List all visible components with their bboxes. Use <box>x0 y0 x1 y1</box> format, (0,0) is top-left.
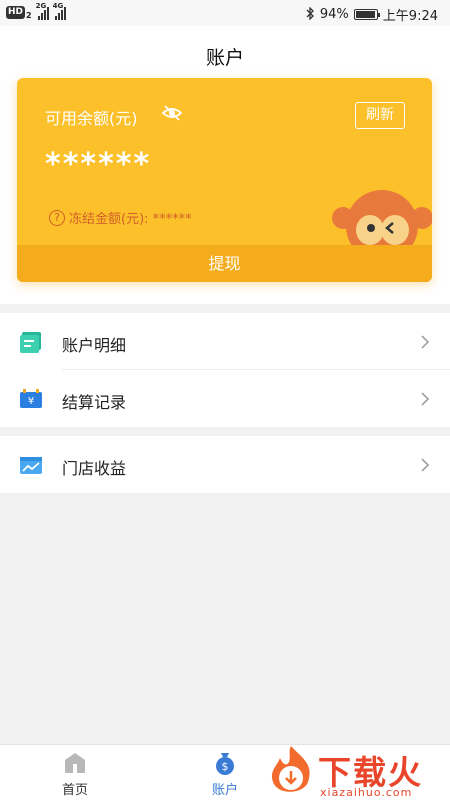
signal-icon: 4G <box>53 2 66 20</box>
menu-label: 结算记录 <box>62 393 127 412</box>
svg-text:¥: ¥ <box>28 396 34 407</box>
battery-percent: 94% <box>319 7 349 22</box>
page-header: 账户 <box>0 26 450 76</box>
menu-item-settlement-records[interactable]: ¥ 结算记录 <box>0 370 450 427</box>
chart-icon <box>19 454 43 476</box>
sim-number: 2 <box>26 11 32 20</box>
money-bag-icon: $ <box>213 751 237 775</box>
chevron-right-icon <box>418 334 432 349</box>
watermark-subtext: xiazaihuo.com <box>320 786 413 799</box>
monkey-mascot-icon <box>327 186 432 262</box>
yen-box-icon: ¥ <box>19 388 43 410</box>
tab-account[interactable]: $ 账户 <box>185 745 265 800</box>
frozen-label: 冻结金额(元): ****** <box>69 212 192 227</box>
balance-label: 可用余额(元) <box>45 109 138 128</box>
balance-card: 可用余额(元) 刷新 ****** ? 冻结金额(元): ****** 提现 <box>17 78 432 282</box>
menu-item-store-earnings[interactable]: 门店收益 <box>0 436 450 493</box>
menu-group-1: 账户明细 ¥ 结算记录 <box>0 313 450 427</box>
watermark-logo: 下载火 xiazaihuo.com <box>262 742 450 800</box>
network-type-1: 2G <box>35 1 47 10</box>
clock: 上午9:24 <box>382 9 438 24</box>
signal-icon: 2G <box>36 2 49 20</box>
tab-home[interactable]: 首页 <box>35 745 115 800</box>
menu-label: 门店收益 <box>62 459 127 478</box>
menu-group-2: 门店收益 <box>0 436 450 493</box>
refresh-button[interactable]: 刷新 <box>355 102 405 129</box>
flame-icon <box>271 746 310 792</box>
menu-label: 账户明细 <box>62 336 127 355</box>
withdraw-button[interactable]: 提现 <box>17 245 432 282</box>
page-title: 账户 <box>205 47 244 69</box>
bluetooth-icon <box>306 5 315 23</box>
chevron-right-icon <box>418 457 432 472</box>
frozen-amount: ? 冻结金额(元): ****** <box>49 208 192 227</box>
status-bar: HD 2 2G 4G 94% 上午9:24 <box>0 0 450 26</box>
tab-label: 首页 <box>61 783 88 798</box>
document-icon <box>19 331 43 353</box>
home-icon <box>63 751 87 775</box>
svg-text:$: $ <box>222 760 229 773</box>
chevron-right-icon <box>418 391 432 406</box>
battery-icon <box>353 9 380 20</box>
hd-badge: HD <box>6 6 26 19</box>
menu-item-account-details[interactable]: 账户明细 <box>0 313 450 370</box>
tab-label: 账户 <box>211 783 238 798</box>
eye-hidden-icon[interactable] <box>161 102 183 124</box>
network-type-2: 4G <box>52 1 64 10</box>
help-icon[interactable]: ? <box>49 209 65 226</box>
card-area: 可用余额(元) 刷新 ****** ? 冻结金额(元): ****** 提现 <box>0 76 450 304</box>
masked-balance: ****** <box>45 147 152 182</box>
